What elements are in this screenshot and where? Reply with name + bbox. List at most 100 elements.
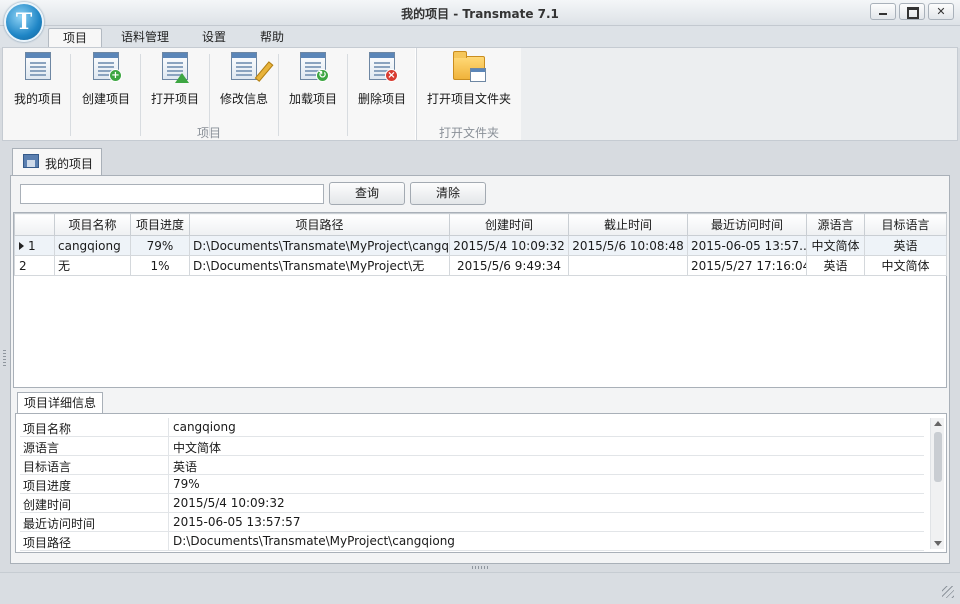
open-project-label: 打开项目	[150, 92, 199, 106]
edit-info-button[interactable]: 修改信息	[213, 52, 275, 112]
cell-source-lang[interactable]: 英语	[806, 255, 865, 276]
table-header-row: 项目名称 项目进度 项目路径 创建时间 截止时间 最近访问时间 源语言 目标语言	[14, 213, 947, 236]
tab-my-projects-label: 我的项目	[45, 157, 94, 171]
detail-row-name[interactable]: 项目名称 cangqiong	[20, 418, 924, 437]
scroll-up-icon[interactable]	[934, 421, 942, 426]
cell-deadline[interactable]: 2015/5/6 10:08:48	[568, 235, 688, 256]
cell-last-accessed[interactable]: 2015-06-05 13:57...	[687, 235, 807, 256]
create-project-icon: +	[90, 52, 122, 82]
clear-button[interactable]: 清除	[410, 182, 486, 205]
tab-my-projects[interactable]: 我的项目	[12, 148, 102, 176]
resize-grip-icon[interactable]	[942, 586, 954, 598]
table-row[interactable]: 1 cangqiong 79% D:\Documents\Transmate\M…	[14, 235, 947, 256]
tab-settings[interactable]: 设置	[190, 28, 238, 48]
title-bar: 我的项目 - Transmate 7.1 ✕	[0, 0, 960, 26]
status-bar	[0, 572, 960, 604]
my-projects-panel: 查询 清除 项目名称 项目进度 项目路径 创建时间 截止时间 最近访问时间 源语…	[10, 175, 950, 564]
detail-value: D:\Documents\Transmate\MyProject\cangqio…	[173, 534, 455, 548]
detail-key: 最近访问时间	[23, 517, 96, 531]
detail-key: 创建时间	[23, 498, 72, 512]
window-controls: ✕	[870, 3, 954, 20]
ribbon: 我的项目 + 创建项目 打开项目 修改信息 ↻ 加载项目 × 删除项目 打开项目…	[2, 47, 958, 141]
detail-value: 79%	[173, 477, 200, 491]
cell-progress[interactable]: 1%	[130, 255, 190, 276]
load-project-button[interactable]: ↻ 加载项目	[282, 52, 344, 112]
cell-last-accessed[interactable]: 2015/5/27 17:16:04	[687, 255, 807, 276]
cell-target-lang[interactable]: 中文简体	[864, 255, 947, 276]
search-input[interactable]	[20, 184, 324, 204]
detail-value: 2015-06-05 13:57:57	[173, 515, 301, 529]
cell-target-lang[interactable]: 英语	[864, 235, 947, 256]
column-header-target-lang[interactable]: 目标语言	[864, 213, 947, 236]
detail-key: 目标语言	[23, 460, 72, 474]
detail-row-created[interactable]: 创建时间 2015/5/4 10:09:32	[20, 494, 924, 513]
cell-path[interactable]: D:\Documents\Transmate\MyProject\cangqi.…	[189, 235, 450, 256]
tab-project[interactable]: 项目	[48, 28, 102, 48]
tab-corpus[interactable]: 语料管理	[112, 28, 178, 48]
project-grid: 项目名称 项目进度 项目路径 创建时间 截止时间 最近访问时间 源语言 目标语言…	[13, 212, 947, 388]
left-splitter-handle[interactable]	[3, 350, 6, 366]
open-project-folder-label: 打开项目文件夹	[426, 92, 511, 106]
app-logo[interactable]: T	[4, 2, 44, 42]
minimize-button[interactable]	[870, 3, 896, 20]
detail-value: 英语	[173, 460, 198, 474]
detail-key: 源语言	[23, 441, 60, 455]
cell-path[interactable]: D:\Documents\Transmate\MyProject\无	[189, 255, 450, 276]
cell-source-lang[interactable]: 中文简体	[806, 235, 865, 256]
cell-deadline[interactable]	[568, 255, 688, 276]
column-header-progress[interactable]: 项目进度	[130, 213, 190, 236]
column-header-name[interactable]: 项目名称	[54, 213, 131, 236]
maximize-button[interactable]	[899, 3, 925, 20]
scroll-down-icon[interactable]	[934, 541, 942, 546]
cell-name[interactable]: 无	[54, 255, 131, 276]
detail-row-source-lang[interactable]: 源语言 中文简体	[20, 437, 924, 456]
detail-row-progress[interactable]: 项目进度 79%	[20, 475, 924, 494]
detail-value: cangqiong	[173, 420, 236, 434]
query-button[interactable]: 查询	[329, 182, 405, 205]
close-button[interactable]: ✕	[928, 3, 954, 20]
open-project-button[interactable]: 打开项目	[144, 52, 206, 112]
create-project-label: 创建项目	[81, 92, 130, 106]
delete-project-label: 删除项目	[357, 92, 406, 106]
menu-bar: 项目 语料管理 设置 帮助	[0, 26, 960, 48]
column-header-created[interactable]: 创建时间	[449, 213, 569, 236]
cell-created[interactable]: 2015/5/6 9:49:34	[449, 255, 569, 276]
detail-row-target-lang[interactable]: 目标语言 英语	[20, 456, 924, 475]
cell-name[interactable]: cangqiong	[54, 235, 131, 256]
logo-letter: T	[15, 9, 33, 35]
my-projects-button[interactable]: 我的项目	[7, 52, 69, 112]
column-header-path[interactable]: 项目路径	[189, 213, 450, 236]
delete-project-button[interactable]: × 删除项目	[351, 52, 413, 112]
table-row[interactable]: 2 无 1% D:\Documents\Transmate\MyProject\…	[14, 255, 947, 276]
project-details-panel: 项目名称 cangqiong 源语言 中文简体 目标语言 英语 项目进度 79% 创建时…	[15, 413, 947, 553]
open-project-folder-button[interactable]: 打开项目文件夹	[421, 51, 517, 112]
column-header-row-indicator[interactable]	[14, 213, 55, 236]
folder-icon	[453, 51, 486, 82]
detail-row-path[interactable]: 项目路径 D:\Documents\Transmate\MyProject\can…	[20, 532, 924, 551]
cell-created[interactable]: 2015/5/4 10:09:32	[449, 235, 569, 256]
project-table: 项目名称 项目进度 项目路径 创建时间 截止时间 最近访问时间 源语言 目标语言…	[14, 213, 947, 276]
details-scrollbar[interactable]	[930, 418, 944, 549]
create-project-button[interactable]: + 创建项目	[75, 52, 137, 112]
ribbon-group-project-label: 项目	[196, 126, 221, 140]
cell-progress[interactable]: 79%	[130, 235, 190, 256]
row-header[interactable]: 1	[14, 235, 55, 256]
window-title: 我的项目 - Transmate 7.1	[401, 7, 559, 21]
detail-row-last-accessed[interactable]: 最近访问时间 2015-06-05 13:57:57	[20, 513, 924, 532]
tab-project-details[interactable]: 项目详细信息	[17, 392, 103, 414]
column-header-deadline[interactable]: 截止时间	[568, 213, 688, 236]
column-header-last-accessed[interactable]: 最近访问时间	[687, 213, 807, 236]
detail-value: 中文简体	[173, 441, 222, 455]
detail-key: 项目名称	[23, 422, 72, 436]
edit-info-icon	[228, 52, 274, 82]
row-header[interactable]: 2	[14, 255, 55, 276]
delete-project-icon: ×	[366, 52, 398, 82]
open-project-icon	[159, 52, 191, 83]
edit-info-label: 修改信息	[219, 92, 268, 106]
close-icon: ✕	[936, 5, 946, 18]
tab-help[interactable]: 帮助	[248, 28, 296, 48]
scroll-thumb[interactable]	[934, 432, 942, 482]
load-project-icon: ↻	[297, 52, 329, 82]
bottom-splitter-handle[interactable]	[472, 566, 488, 569]
column-header-source-lang[interactable]: 源语言	[806, 213, 865, 236]
